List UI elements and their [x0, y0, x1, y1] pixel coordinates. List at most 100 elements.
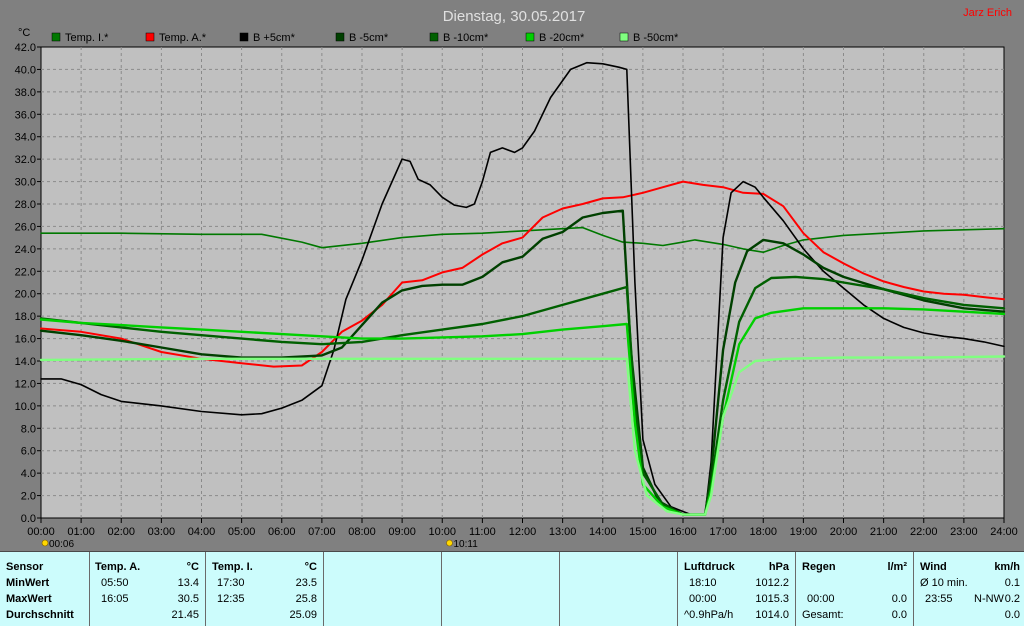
pressure-min-time: 18:10: [689, 577, 717, 589]
y-tick-label: 8.0: [21, 423, 36, 435]
pressure-trend: ^0.9hPa/h: [684, 609, 734, 621]
legend-label: Temp. I.*: [65, 32, 109, 44]
stats-panel: Sensor MinWert MaxWert Durchschnitt Temp…: [0, 551, 1024, 626]
y-tick-label: 26.0: [15, 221, 36, 233]
y-tick-label: 42.0: [15, 42, 36, 54]
y-tick-label: 10.0: [15, 401, 36, 413]
legend-label: Temp. A.*: [159, 32, 207, 44]
x-tick-label: 00:00: [27, 526, 55, 538]
pressure-min-value: 1012.2: [755, 577, 789, 589]
y-tick-label: 4.0: [21, 468, 36, 480]
y-tick-label: 34.0: [15, 132, 36, 144]
x-tick-label: 22:00: [910, 526, 938, 538]
y-tick-label: 24.0: [15, 244, 36, 256]
sensor-header: Sensor: [6, 561, 44, 573]
temp-a-avg: 21.45: [171, 609, 199, 621]
row-label-min: MinWert: [6, 577, 50, 589]
y-tick-label: 28.0: [15, 199, 36, 211]
x-axis: 00:00 01:00 02:00 03:00 04:00 05:00 06:00 07:00…: [27, 518, 1018, 538]
legend-label: B +5cm*: [253, 32, 296, 44]
y-tick-label: 40.0: [15, 64, 36, 76]
legend-swatch: [51, 32, 61, 42]
y-axis: 0.0 2.0 4.0 6.0 8.0 10.0 12.0 14.0 16.0 18.0 20.0 2…: [15, 42, 41, 525]
x-tick-label: 24:00: [990, 526, 1018, 538]
legend-label: B -20cm*: [539, 32, 585, 44]
x-tick-label: 21:00: [870, 526, 898, 538]
x-tick-label: 16:00: [669, 526, 697, 538]
pressure-column: Luftdruck hPa 18:10 1012.2 00:00 1015.3 …: [678, 552, 796, 626]
x-tick-label: 08:00: [348, 526, 376, 538]
chart-title: Dienstag, 30.05.2017: [443, 8, 586, 25]
sun-time-label: 00:06: [49, 539, 74, 550]
x-tick-label: 12:00: [509, 526, 537, 538]
x-tick-label: 11:00: [469, 526, 496, 538]
y-axis-unit: °C: [18, 27, 30, 39]
empty-column-1: [324, 552, 442, 626]
temp-a-header: Temp. A.: [95, 561, 141, 573]
x-tick-label: 01:00: [67, 526, 95, 538]
wind-unit: km/h: [994, 561, 1020, 573]
temp-i-unit: °C: [304, 561, 317, 573]
pressure-header: Luftdruck: [684, 561, 735, 573]
x-tick-label: 13:00: [549, 526, 577, 538]
legend-swatch: [335, 32, 345, 42]
chart: Dienstag, 30.05.2017 Jarz Erich °C Temp.…: [15, 7, 1018, 550]
rain-unit: l/m²: [887, 561, 907, 573]
y-tick-label: 12.0: [15, 378, 36, 390]
legend-label: B -5cm*: [349, 32, 389, 44]
rain-total-value: 0.0: [891, 609, 907, 621]
temp-i-column: Temp. I. °C 17:30 23.5 12:35 25.8 25.09: [206, 552, 324, 626]
x-tick-label: 09:00: [388, 526, 416, 538]
y-tick-label: 18.0: [15, 311, 36, 323]
legend-swatch: [145, 32, 155, 42]
x-tick-label: 04:00: [188, 526, 216, 538]
temp-a-max-value: 30.5: [177, 593, 199, 605]
x-tick-label: 15:00: [629, 526, 657, 538]
sun-markers: 00:06 10:11: [41, 539, 478, 550]
x-tick-label: 23:00: [950, 526, 978, 538]
x-tick-label: 02:00: [107, 526, 135, 538]
legend: Temp. I.* Temp. A.* B +5cm* B -5cm* B -10cm*…: [51, 32, 679, 44]
temp-i-header: Temp. I.: [212, 561, 253, 573]
temp-a-min-time: 05:50: [101, 577, 129, 589]
x-tick-label: 07:00: [308, 526, 336, 538]
temp-a-min-value: 13.4: [177, 577, 199, 589]
x-tick-label: 03:00: [148, 526, 176, 538]
wind-avg-label: Ø 10 min.: [920, 577, 968, 589]
legend-swatch: [619, 32, 629, 42]
y-tick-label: 14.0: [15, 356, 36, 368]
sun-time-label: 10:11: [453, 539, 478, 550]
x-tick-label: 17:00: [709, 526, 737, 538]
x-tick-label: 06:00: [268, 526, 296, 538]
legend-swatch: [239, 32, 249, 42]
rain-value: 0.0: [891, 593, 907, 605]
x-tick-label: 05:00: [228, 526, 256, 538]
wind-max-value: 0.2: [1004, 593, 1020, 605]
legend-swatch: [525, 32, 535, 42]
sun-icon: [446, 539, 453, 547]
row-label-avg: Durchschnitt: [6, 609, 74, 621]
pressure-max-time: 00:00: [689, 593, 717, 605]
legend-label: B -50cm*: [633, 32, 679, 44]
wind-column: Wind km/h Ø 10 min. 0.1 23:55 N-NW 0.2 0…: [914, 552, 1024, 626]
temp-i-max-value: 25.8: [295, 593, 317, 605]
y-tick-label: 38.0: [15, 87, 36, 99]
temp-a-max-time: 16:05: [101, 593, 129, 605]
sensor-column: Sensor MinWert MaxWert Durchschnitt: [0, 552, 90, 626]
row-label-max: MaxWert: [6, 593, 52, 605]
pressure-max-value: 1015.3: [755, 593, 789, 605]
x-tick-label: 10:00: [428, 526, 456, 538]
wind-avg-value: 0.1: [1004, 577, 1020, 589]
rain-header: Regen: [802, 561, 836, 573]
rain-total-label: Gesamt:: [802, 609, 844, 621]
temp-i-max-time: 12:35: [217, 593, 245, 605]
y-tick-label: 6.0: [21, 446, 36, 458]
x-tick-label: 14:00: [589, 526, 617, 538]
empty-column-2: [442, 552, 560, 626]
pressure-unit: hPa: [768, 561, 789, 573]
legend-label: B -10cm*: [443, 32, 489, 44]
temp-i-min-time: 17:30: [217, 577, 245, 589]
y-tick-label: 32.0: [15, 154, 36, 166]
y-tick-label: 36.0: [15, 109, 36, 121]
y-tick-label: 22.0: [15, 266, 36, 278]
